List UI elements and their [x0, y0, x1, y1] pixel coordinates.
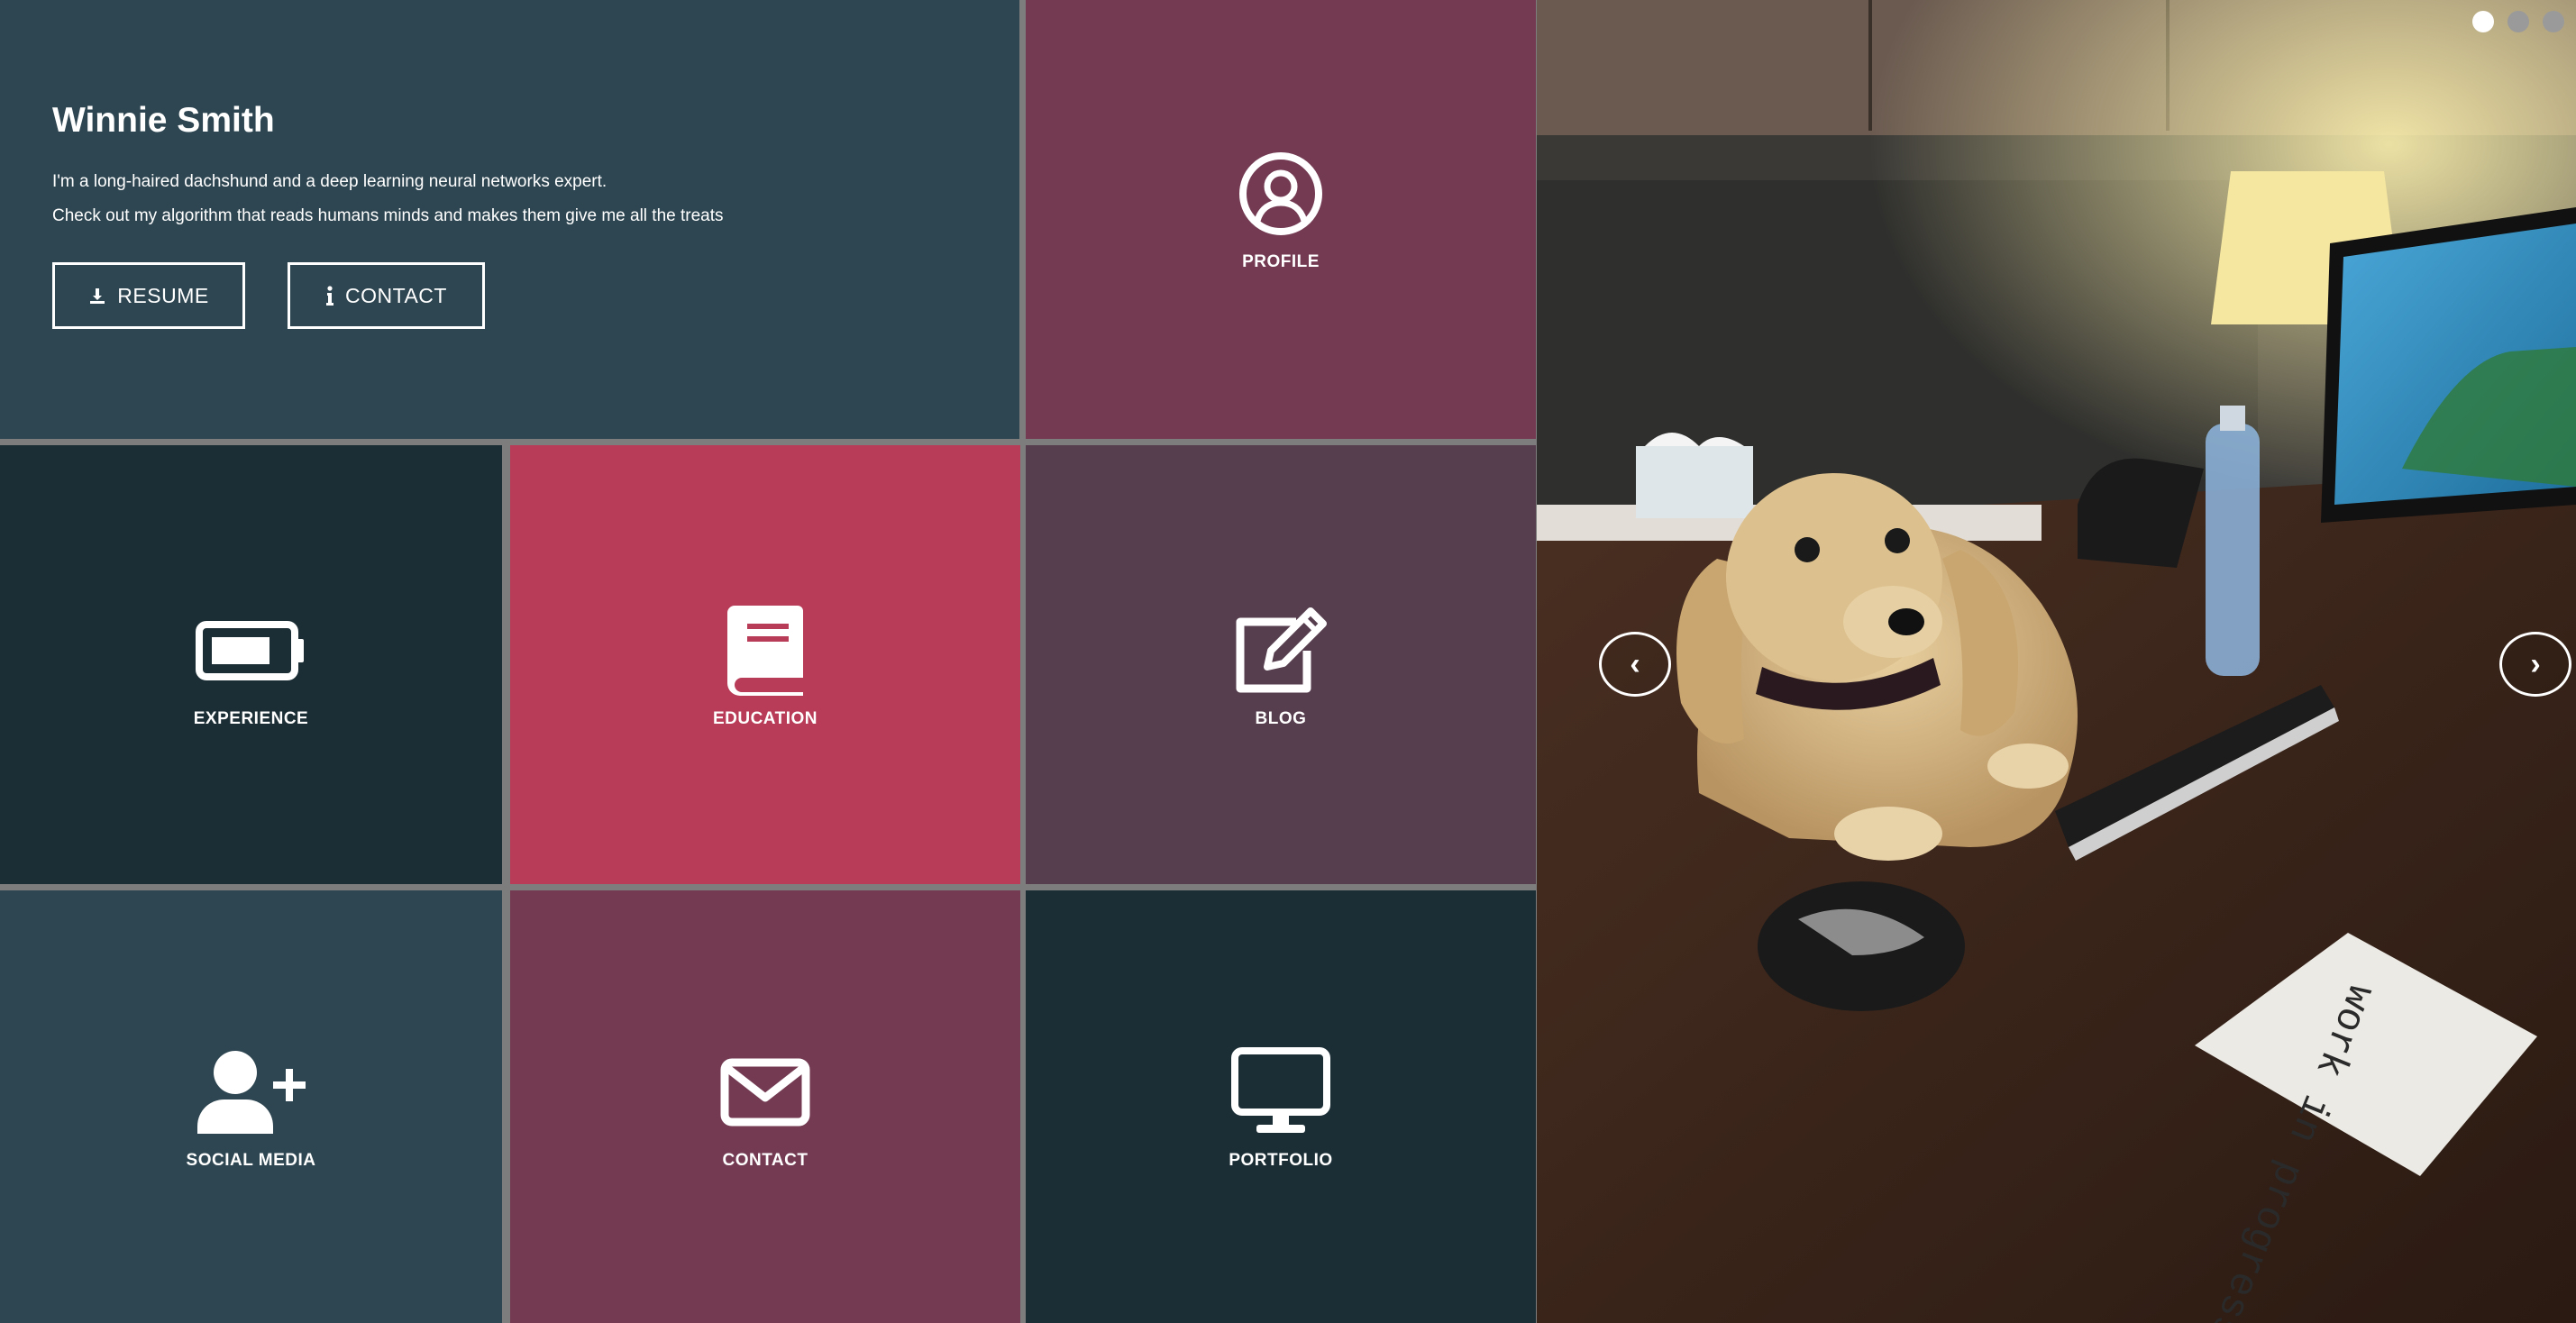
- carousel-prev-button[interactable]: ‹: [1599, 632, 1671, 697]
- chevron-right-icon: ›: [2530, 646, 2541, 681]
- tile-blog[interactable]: BLOG: [1026, 445, 1536, 884]
- intro-panel: Winnie Smith I'm a long-haired dachshund…: [0, 0, 1019, 439]
- resume-button-label: RESUME: [117, 283, 209, 307]
- user-plus-icon: [193, 1043, 310, 1142]
- contact-button-label: CONTACT: [345, 283, 447, 307]
- photo-carousel[interactable]: work in progress ‹ ›: [1537, 0, 2576, 1323]
- tile-profile[interactable]: PROFILE: [1026, 0, 1536, 439]
- tile-social-media[interactable]: SOCIAL MEDIA: [0, 890, 502, 1323]
- page-title: Winnie Smith: [52, 101, 275, 140]
- tile-experience[interactable]: EXPERIENCE: [0, 445, 502, 884]
- intro-text-line-1: I'm a long-haired dachshund and a deep l…: [52, 172, 607, 191]
- tile-label-experience: EXPERIENCE: [193, 708, 309, 728]
- info-icon: [326, 286, 334, 306]
- tile-portfolio[interactable]: PORTFOLIO: [1026, 890, 1536, 1323]
- tile-label-portfolio: PORTFOLIO: [1229, 1151, 1333, 1170]
- edit-icon: [1222, 601, 1339, 700]
- tile-label-education: EDUCATION: [712, 708, 818, 728]
- tile-contact[interactable]: CONTACT: [510, 890, 1020, 1323]
- carousel-photo: work in progress: [1537, 0, 2576, 1323]
- contact-button[interactable]: CONTACT: [288, 262, 485, 329]
- envelope-icon: [707, 1043, 824, 1142]
- carousel-dot-3[interactable]: [2543, 11, 2564, 32]
- intro-text-line-2: Check out my algorithm that reads humans…: [52, 206, 724, 225]
- download-icon: [90, 288, 105, 304]
- tile-label-blog: BLOG: [1255, 708, 1307, 728]
- desktop-icon: [1222, 1043, 1339, 1142]
- battery-icon: [193, 601, 310, 700]
- chevron-left-icon: ‹: [1630, 646, 1640, 681]
- carousel-dot-2[interactable]: [2507, 11, 2529, 32]
- carousel-dot-1[interactable]: [2472, 11, 2494, 32]
- tile-education[interactable]: EDUCATION: [510, 445, 1020, 884]
- tile-label-profile: PROFILE: [1242, 252, 1320, 271]
- resume-button[interactable]: RESUME: [52, 262, 245, 329]
- book-icon: [707, 601, 824, 700]
- user-circle-icon: [1222, 144, 1339, 243]
- tile-label-social-media: SOCIAL MEDIA: [186, 1151, 316, 1170]
- carousel-next-button[interactable]: ›: [2499, 632, 2571, 697]
- tile-label-contact: CONTACT: [722, 1151, 808, 1170]
